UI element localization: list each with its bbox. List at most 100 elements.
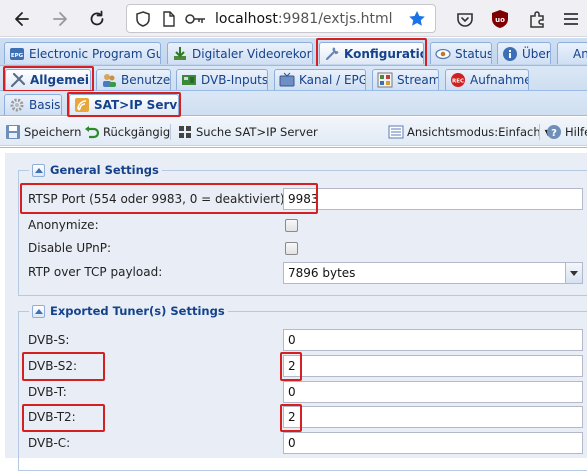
save-icon [6,125,20,139]
anonymize-checkbox[interactable] [285,219,298,232]
tab-about-label: Über [522,46,551,61]
tab-general[interactable]: Allgemein [5,69,91,90]
tab-recording[interactable]: REC Aufnahme [445,69,529,90]
tab-overflow[interactable]: An [557,42,587,64]
tab-satip-server-label: SAT>IP Server [94,98,178,112]
rtsp-port-input[interactable]: 9983 [283,188,583,210]
svg-text:REC: REC [452,79,464,85]
main-tabbar: EPG Electronic Program Guide Digitaler V… [0,38,587,66]
tab-stream-label: Stream [397,73,439,87]
settings-content: General Settings RTSP Port (554 oder 998… [0,147,587,471]
help-button-label: Hilfe [565,125,587,139]
menu-icon[interactable] [561,9,581,29]
general-tabbar: Basis SAT>IP Server [0,91,587,116]
rtp-tcp-payload-select[interactable]: 7896 bytes [283,262,583,284]
undo-icon [85,126,100,139]
search-satip-button[interactable]: Suche SAT>IP Server [177,123,318,141]
info-icon [503,46,517,61]
svg-text:uo: uo [495,16,505,24]
tab-satip-server[interactable]: SAT>IP Server [69,94,179,115]
dvb-t-input[interactable]: 0 [283,381,583,403]
settings-icon [10,98,24,112]
back-arrow-icon[interactable] [12,9,32,29]
dvb-c-input[interactable]: 0 [283,432,583,454]
dvb-s2-input[interactable]: 2 [283,355,583,377]
config-tabbar: Allgemein Benutzer DVB-Inputs Kanal / EP… [0,66,587,91]
view-mode-label: Ansichtsmodus:Einfach [407,125,541,139]
tab-configuration[interactable]: Konfiguration [319,42,424,64]
dvb-s2-label: DVB-S2: [28,359,78,373]
page-icon[interactable] [161,10,177,28]
rec-icon: REC [451,73,465,87]
rtp-tcp-payload-value: 7896 bytes [288,266,356,280]
star-icon[interactable] [407,9,427,29]
action-toolbar: Speichern Rückgängig Suche SAT>IP Server… [0,117,587,146]
view-mode-dropdown[interactable]: Ansichtsmodus:Einfach ▼ [388,123,551,141]
users-icon [103,74,116,87]
tab-basis-label: Basis [29,98,61,112]
dvb-t-label: DVB-T: [28,385,67,399]
stream-icon [377,72,393,88]
svg-text:EPG: EPG [11,53,24,59]
tab-dvb-inputs[interactable]: DVB-Inputs [176,69,268,90]
tab-dvr[interactable]: Digitaler Videorekorder [167,42,313,64]
exported-tuners-legend: Exported Tuner(s) Settings [29,304,228,318]
tools-icon [10,72,26,88]
disable-upnp-label: Disable UPnP: [28,241,112,255]
address-bar[interactable]: localhost:9981/extjs.html [126,4,436,33]
rtsp-port-label: RTSP Port (554 oder 9983, 0 = deaktivier… [28,192,289,206]
tv-icon [279,72,295,87]
key-icon[interactable] [185,11,207,27]
epg-icon: EPG [10,47,24,60]
ublock-icon[interactable]: uo [490,9,510,29]
tab-channel-epg[interactable]: Kanal / EPG [274,69,366,90]
reload-icon[interactable] [87,9,107,29]
tab-overflow-label: An [573,46,587,61]
tab-stream[interactable]: Stream [372,69,439,90]
rtp-tcp-payload-label: RTP over TCP payload: [28,265,163,279]
save-button[interactable]: Speichern [5,123,81,141]
tab-channel-epg-label: Kanal / EPG [299,73,366,87]
eye-icon [435,48,451,59]
disable-upnp-checkbox[interactable] [285,242,298,255]
tab-users[interactable]: Benutzer [96,69,171,90]
url-text[interactable]: localhost:9981/extjs.html [215,11,393,27]
tab-dvb-inputs-label: DVB-Inputs [201,73,268,87]
dvb-t2-label: DVB-T2: [28,410,76,424]
tab-dvr-label: Digitaler Videorekorder [192,46,312,61]
tab-epg-label: Electronic Program Guide [29,46,160,61]
tab-status[interactable]: Status [430,42,492,64]
satip-icon [75,98,89,112]
collapse-toggle-icon[interactable] [32,163,45,177]
undo-button[interactable]: Rückgängig [84,123,170,141]
chevron-down-icon[interactable] [565,263,582,283]
pocket-icon[interactable] [455,9,475,29]
help-button[interactable]: ? Hilfe [546,123,587,141]
list-icon [388,125,404,139]
dvb-c-label: DVB-C: [28,436,71,450]
browser-toolbar: localhost:9981/extjs.html uo [0,0,587,37]
tab-epg[interactable]: EPG Electronic Program Guide [4,42,161,64]
save-button-label: Speichern [24,125,82,139]
tab-users-label: Benutzer [121,73,171,87]
help-icon: ? [547,125,561,139]
shield-icon[interactable] [134,10,152,28]
general-settings-legend: General Settings [29,163,162,177]
dvb-s-input[interactable]: 0 [283,329,583,351]
download-icon [174,46,186,60]
tab-recording-label: Aufnahme [470,73,529,87]
collapse-toggle-icon[interactable] [32,304,45,318]
card-icon [182,75,196,85]
tab-status-label: Status [455,46,492,61]
dvb-t2-input[interactable]: 2 [283,406,583,428]
toolbar-separator [170,124,171,140]
tab-about[interactable]: Über [497,42,551,64]
forward-arrow-icon[interactable] [50,9,70,29]
wrench-icon [325,47,339,60]
svg-text:?: ? [551,128,557,139]
anonymize-label: Anonymize: [28,218,99,232]
url-host: localhost [215,11,278,27]
tab-basis[interactable]: Basis [4,94,62,115]
extensions-icon[interactable] [527,9,547,29]
exported-tuners-title: Exported Tuner(s) Settings [50,304,225,318]
